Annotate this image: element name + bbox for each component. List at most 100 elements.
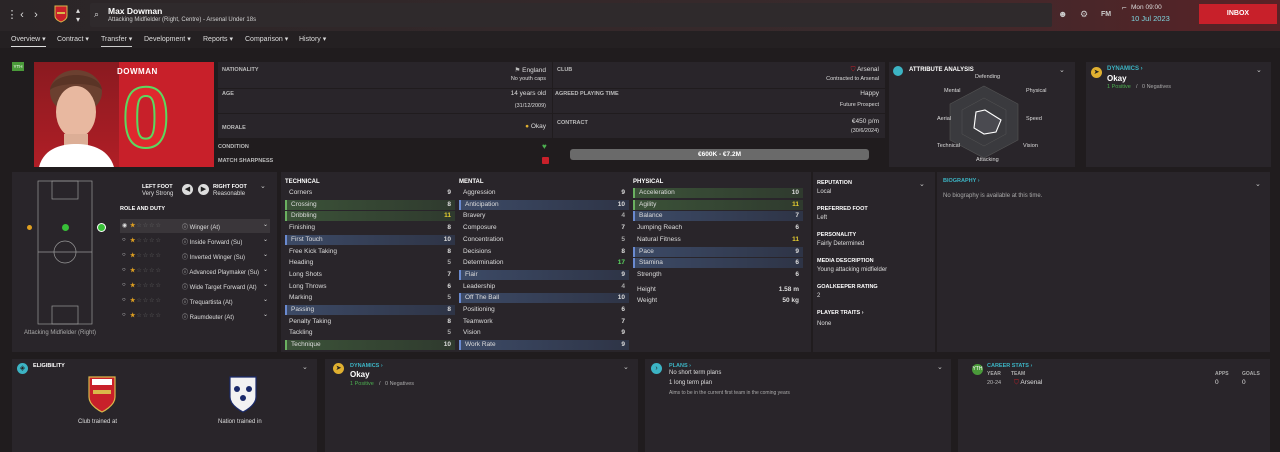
chevron-down-icon[interactable]: ⌄ (1059, 66, 1065, 74)
club-cell: CLUB ⛉ Arsenal Contracted to Arsenal (553, 62, 885, 88)
chevron-down-icon[interactable]: ⌄ (263, 296, 268, 303)
role-row[interactable]: ○ ★☆☆☆☆ ⓘ Trequartista (At) ⌄ (120, 294, 270, 308)
attribute-row[interactable]: Positioning 6 (459, 305, 629, 315)
forward-icon[interactable]: › (28, 6, 44, 24)
morale[interactable]: ● Okay (525, 123, 546, 130)
attribute-row[interactable]: Vision 9 (459, 328, 629, 338)
attribute-row[interactable]: Pace 9 (633, 246, 803, 257)
gear-icon[interactable]: ⚙ (1080, 9, 1088, 20)
role-row[interactable]: ○ ★☆☆☆☆ ⓘ Wide Target Forward (At) ⌄ (120, 279, 270, 293)
arsenal-crest-icon[interactable] (54, 5, 70, 25)
attribute-row[interactable]: Long Throws 6 (285, 282, 455, 292)
position-dot[interactable] (62, 224, 69, 231)
attribute-row[interactable]: Tackling 5 (285, 328, 455, 338)
attribute-row[interactable]: Corners 9 (285, 188, 455, 198)
chevron-down-icon[interactable]: ⌄ (263, 236, 268, 243)
attribute-row[interactable]: Anticipation 10 (459, 199, 629, 210)
biography-link[interactable]: BIOGRAPHY › (943, 178, 980, 184)
attribute-row[interactable]: Strength 6 (633, 270, 803, 280)
attribute-row[interactable]: Dribbling 11 (285, 211, 455, 222)
attribute-row[interactable]: Free Kick Taking 8 (285, 247, 455, 257)
chevron-down-icon[interactable]: ⌄ (937, 363, 943, 371)
tab-overview[interactable]: Overview ▾ (11, 35, 46, 47)
chevron-down-icon[interactable]: ⌄ (1256, 66, 1262, 74)
inbox-button[interactable]: INBOX (1199, 4, 1277, 24)
chevron-down-icon[interactable]: ⌄ (302, 363, 308, 371)
attribute-row[interactable]: Aggression 9 (459, 188, 629, 198)
tab-development[interactable]: Development ▾ (144, 35, 191, 43)
role-row[interactable]: ○ ★☆☆☆☆ ⓘ Advanced Playmaker (Su) ⌄ (120, 264, 270, 278)
dynamics-title-bottom[interactable]: DYNAMICS › (350, 363, 383, 369)
tab-reports[interactable]: Reports ▾ (203, 35, 233, 43)
attribute-row[interactable]: First Touch 10 (285, 234, 455, 245)
attribute-row[interactable]: Crossing 8 (285, 199, 455, 210)
attribute-row[interactable]: Long Shots 7 (285, 270, 455, 280)
attribute-row[interactable]: Bravery 4 (459, 211, 629, 221)
attribute-row[interactable]: Jumping Reach 6 (633, 223, 803, 233)
chevron-down-icon[interactable]: ⌄ (260, 182, 266, 190)
tab-contract[interactable]: Contract ▾ (57, 35, 89, 43)
attribute-row[interactable]: Marking 5 (285, 293, 455, 303)
dynamics-panel-bottom: ➤ DYNAMICS › Okay 1 Positive / 0 Negativ… (325, 359, 638, 452)
position-dot[interactable] (27, 225, 32, 230)
england-crest-icon[interactable] (228, 375, 258, 415)
attribute-row[interactable]: Acceleration 10 (633, 188, 803, 198)
role-row[interactable]: ○ ★☆☆☆☆ ⓘ Inverted Winger (Su) ⌄ (120, 249, 270, 263)
attribute-row[interactable]: Decisions 8 (459, 247, 629, 257)
attribute-row[interactable]: Technique 10 (285, 340, 455, 351)
career-team[interactable]: ⛉ Arsenal (1014, 379, 1042, 387)
attribute-row[interactable]: Natural Fitness 11 (633, 235, 803, 245)
height-row: Height 1.58 m (633, 285, 803, 295)
chevron-down-icon[interactable]: ⌄ (1255, 180, 1261, 188)
date-box[interactable]: Mon 09:00 10 Jul 2023 (1131, 4, 1170, 23)
attribute-row[interactable]: Agility 11 (633, 199, 803, 210)
tab-history[interactable]: History ▾ (299, 35, 326, 43)
attribute-row[interactable]: Leadership 4 (459, 282, 629, 292)
role-row[interactable]: ◉ ★☆☆☆☆ ⓘ Winger (At) ⌄ (120, 219, 270, 233)
plans-link[interactable]: PLANS › (669, 363, 691, 369)
attribute-row[interactable]: Finishing 8 (285, 223, 455, 233)
attribute-row[interactable]: Passing 8 (285, 305, 455, 315)
chevron-down-icon[interactable]: ⌄ (623, 363, 629, 371)
attribute-row[interactable]: Balance 7 (633, 211, 803, 222)
tab-label: Reports (203, 36, 228, 43)
label: CONTRACT (557, 120, 588, 126)
chevron-down-icon[interactable]: ⌄ (263, 311, 268, 318)
chevron-down-icon[interactable]: ⌄ (263, 251, 268, 258)
preferred-foot-label: PREFERRED FOOT (817, 206, 868, 212)
attribute-row[interactable]: Teamwork 7 (459, 317, 629, 327)
tab-comparison[interactable]: Comparison ▾ (245, 35, 288, 43)
club[interactable]: ⛉ Arsenal (851, 66, 879, 74)
dynamics-title-top[interactable]: DYNAMICS › (1107, 66, 1143, 72)
tab-transfer[interactable]: Transfer ▾ (101, 35, 133, 47)
arsenal-crest-icon[interactable] (87, 375, 117, 415)
attribute-row[interactable]: Determination 17 (459, 258, 629, 268)
player-traits-link[interactable]: PLAYER TRAITS › (817, 310, 864, 316)
role-row[interactable]: ○ ★☆☆☆☆ ⓘ Inside Forward (Su) ⌄ (120, 234, 270, 248)
chevron-down-icon[interactable]: ⌄ (263, 221, 268, 228)
career-apps: 0 (1215, 379, 1219, 386)
attribute-row[interactable]: Flair 9 (459, 269, 629, 280)
attribute-row[interactable]: Concentration 5 (459, 235, 629, 245)
attribute-row[interactable]: Penalty Taking 8 (285, 317, 455, 327)
career-stats-link[interactable]: CAREER STATS › (987, 363, 1032, 369)
search-bar[interactable]: ⌕ Max Dowman Attacking Midfielder (Right… (90, 3, 1052, 27)
attribute-row[interactable]: Composure 7 (459, 223, 629, 233)
attribute-value: 6 (795, 270, 799, 278)
face-icon[interactable]: ☻ (1058, 9, 1067, 19)
attribute-value: 8 (447, 317, 451, 325)
fm-logo[interactable]: FM (1101, 11, 1111, 18)
attribute-row[interactable]: Heading 5 (285, 258, 455, 268)
chevron-down-icon[interactable]: ⌄ (919, 180, 925, 188)
bell-icon[interactable]: ⌐ (1122, 3, 1127, 12)
role-row[interactable]: ○ ★☆☆☆☆ ⓘ Raumdeuter (At) ⌄ (120, 309, 270, 323)
chevron-down-icon[interactable]: ⌄ (263, 281, 268, 288)
sharpness-icon (542, 157, 549, 164)
attribute-row[interactable]: Stamina 6 (633, 258, 803, 269)
attribute-row[interactable]: Off The Ball 10 (459, 293, 629, 304)
position-dot-selected[interactable] (97, 223, 106, 232)
attribute-row[interactable]: Work Rate 9 (459, 340, 629, 351)
up-down-icon[interactable]: ▴ ▾ (70, 6, 86, 24)
chevron-down-icon[interactable]: ⌄ (263, 266, 268, 273)
transfer-value-bar[interactable]: €600K - €7.2M (570, 149, 869, 160)
